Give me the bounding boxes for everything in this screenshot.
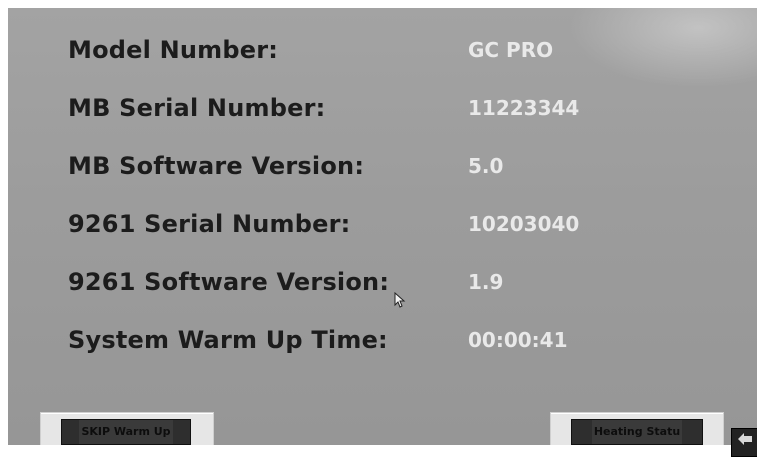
heating-status-button[interactable]: Heating Statu	[571, 419, 703, 445]
system-warm-up-time-value: 00:00:41	[468, 328, 568, 352]
info-row-9261-software-version: 9261 Software Version: 1.9	[8, 262, 757, 302]
mb-serial-number-label: MB Serial Number:	[68, 94, 326, 122]
back-arrow-icon[interactable]	[731, 428, 757, 457]
info-row-model-number: Model Number: GC PRO	[8, 30, 757, 70]
info-row-mb-serial-number: MB Serial Number: 11223344	[8, 88, 757, 128]
mb-software-version-label: MB Software Version:	[68, 152, 365, 180]
9261-serial-number-value: 10203040	[468, 212, 580, 236]
heating-status-button-label: Heating Statu	[591, 420, 683, 444]
touchscreen-display: Model Number: GC PRO MB Serial Number: 1…	[8, 8, 757, 445]
skip-warm-up-button-label: SKIP Warm Up	[79, 420, 173, 444]
system-warm-up-time-label: System Warm Up Time:	[68, 326, 388, 354]
model-number-value: GC PRO	[468, 38, 554, 62]
skip-warm-up-button-frame: SKIP Warm Up	[40, 412, 214, 445]
heating-status-button-frame: Heating Statu	[550, 412, 724, 445]
skip-warm-up-button[interactable]: SKIP Warm Up	[61, 419, 191, 445]
9261-software-version-value: 1.9	[468, 270, 504, 294]
info-row-system-warm-up-time: System Warm Up Time: 00:00:41	[8, 320, 757, 360]
mb-serial-number-value: 11223344	[468, 96, 580, 120]
9261-software-version-label: 9261 Software Version:	[68, 268, 390, 296]
9261-serial-number-label: 9261 Serial Number:	[68, 210, 351, 238]
mb-software-version-value: 5.0	[468, 154, 504, 178]
info-row-9261-serial-number: 9261 Serial Number: 10203040	[8, 204, 757, 244]
model-number-label: Model Number:	[68, 36, 279, 64]
info-row-mb-software-version: MB Software Version: 5.0	[8, 146, 757, 186]
